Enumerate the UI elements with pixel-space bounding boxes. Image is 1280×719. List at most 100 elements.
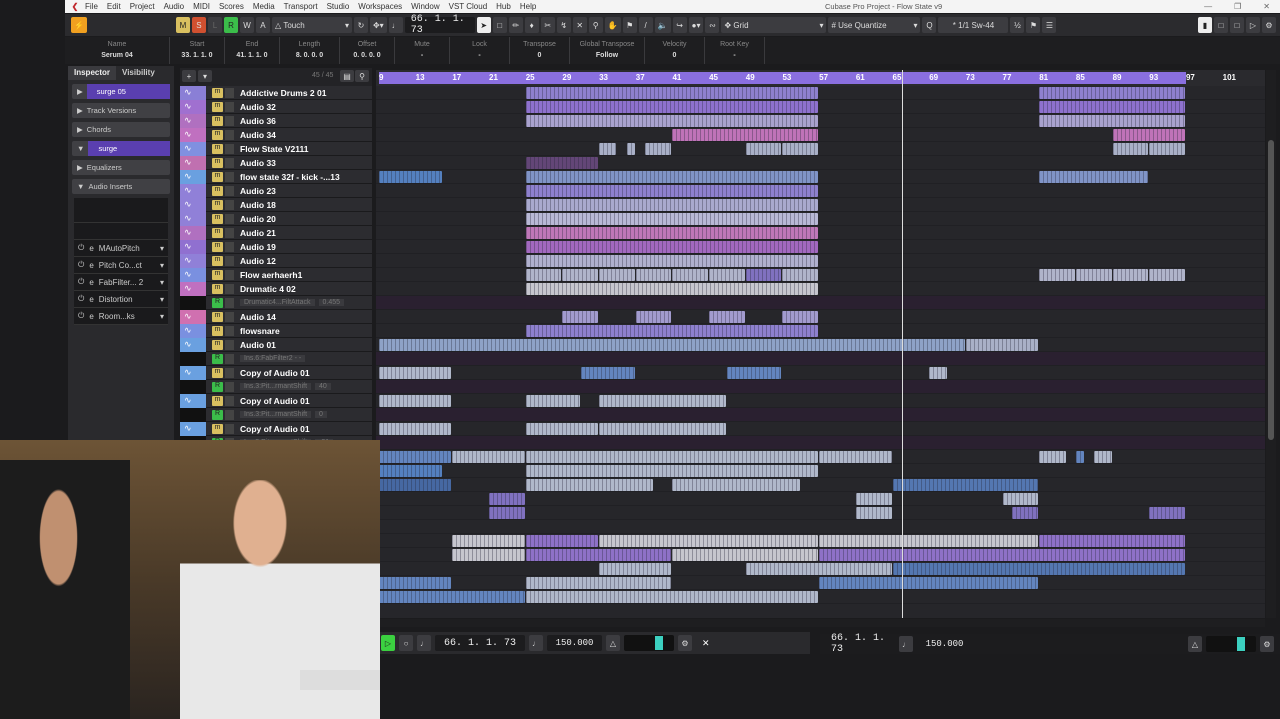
- find-track-icon[interactable]: ⚲: [355, 70, 369, 82]
- track-lane[interactable]: [376, 212, 1265, 226]
- glue-tool-icon[interactable]: ↯: [556, 17, 571, 33]
- track-lane[interactable]: [376, 366, 1265, 380]
- solo-button[interactable]: [225, 213, 234, 224]
- track-color-strip[interactable]: [180, 351, 206, 366]
- tab-inspector[interactable]: Inspector: [68, 66, 117, 80]
- dropdown-icon[interactable]: ▾: [160, 278, 164, 287]
- event-clip[interactable]: [727, 367, 782, 379]
- automation-lane[interactable]: R Ins.3:Pit...rmantShift 40: [180, 379, 372, 394]
- event-clip[interactable]: [599, 563, 672, 575]
- track-row[interactable]: ∿ m Audio 33: [180, 155, 372, 170]
- automation-mode-select[interactable]: △ Touch ▾: [271, 17, 352, 33]
- write-button[interactable]: [225, 297, 234, 308]
- quantize-settings-icon[interactable]: ⚑: [1026, 17, 1041, 33]
- insert-slot[interactable]: ⏻ e Distortion ▾: [74, 291, 168, 308]
- event-clip[interactable]: [1002, 493, 1039, 505]
- menu-item-media[interactable]: Media: [253, 2, 275, 11]
- track-row[interactable]: ∿ m Copy of Audio 01: [180, 365, 372, 380]
- event-clip[interactable]: [599, 143, 617, 155]
- track-lane[interactable]: [376, 100, 1265, 114]
- mute-button[interactable]: m: [212, 171, 223, 182]
- track-color-strip[interactable]: ∿: [180, 113, 206, 128]
- track-lane[interactable]: [376, 268, 1265, 282]
- track-lane[interactable]: [376, 170, 1265, 184]
- menu-item-scores[interactable]: Scores: [219, 2, 244, 11]
- track-row[interactable]: ∿ m Audio 23: [180, 183, 372, 198]
- track-color-strip[interactable]: ∿: [180, 225, 206, 240]
- event-clip[interactable]: [1039, 269, 1075, 281]
- ruler[interactable]: 9 13 17 21 25 29 33 37 41 45 49 53 57 61 65 69 73 77 81 85 8…: [376, 70, 1265, 86]
- track-color-strip[interactable]: ∿: [180, 155, 206, 170]
- event-clip[interactable]: [855, 493, 892, 505]
- automation-lane[interactable]: R Ins.3:Pit...rmantShift 0: [180, 407, 372, 422]
- event-clip[interactable]: [525, 115, 819, 127]
- event-clip[interactable]: [599, 535, 819, 547]
- track-row[interactable]: ∿ m flow state 32f - kick -...13: [180, 169, 372, 184]
- transport-settings-icon[interactable]: ⚙: [678, 635, 692, 651]
- event-clip[interactable]: [1039, 87, 1185, 99]
- info-field-lock[interactable]: Lock -: [450, 37, 510, 64]
- track-row[interactable]: ∿ m Audio 19: [180, 239, 372, 254]
- track-color-strip[interactable]: ∿: [180, 309, 206, 324]
- restore-button[interactable]: ❐: [1234, 2, 1241, 11]
- event-clip[interactable]: [525, 269, 562, 281]
- pencil-tool-icon[interactable]: ✏: [508, 17, 523, 33]
- insert-slot[interactable]: ⏻ e Pitch Co...ct ▾: [74, 257, 168, 274]
- power-icon[interactable]: ⏻: [78, 243, 84, 253]
- edit-icon[interactable]: e: [89, 312, 93, 321]
- track-color-strip[interactable]: ∿: [180, 267, 206, 282]
- mute-button[interactable]: m: [212, 283, 223, 294]
- warp-tool-icon[interactable]: ↪: [672, 17, 687, 33]
- event-clip[interactable]: [965, 339, 1039, 351]
- power-icon[interactable]: ⏻: [78, 277, 84, 287]
- track-lane[interactable]: [376, 254, 1265, 268]
- mute-button[interactable]: m: [212, 325, 223, 336]
- read-button[interactable]: R: [223, 17, 238, 33]
- track-row[interactable]: ∿ m Drumatic 4 02: [180, 281, 372, 296]
- power-icon[interactable]: ⏻: [78, 260, 84, 270]
- menu-item-project[interactable]: Project: [130, 2, 155, 11]
- grid-type-select[interactable]: # Use Quantize ▾: [828, 17, 921, 33]
- event-clip[interactable]: [525, 283, 819, 295]
- event-clip[interactable]: [379, 171, 443, 183]
- event-clip[interactable]: [525, 535, 599, 547]
- track-lane[interactable]: [376, 408, 1265, 422]
- track-color-strip[interactable]: ∿: [180, 281, 206, 296]
- read-button[interactable]: R: [212, 353, 223, 364]
- metronome-icon[interactable]: △: [606, 635, 620, 651]
- track-color-strip[interactable]: ∿: [180, 365, 206, 380]
- track-row[interactable]: ∿ m Copy of Audio 01: [180, 421, 372, 436]
- event-clip[interactable]: [489, 507, 525, 519]
- track-lane[interactable]: [376, 240, 1265, 254]
- event-clip[interactable]: [1011, 507, 1039, 519]
- inspector-section[interactable]: ▼ Audio Inserts: [72, 179, 170, 194]
- event-clip[interactable]: [819, 549, 1185, 561]
- event-clip[interactable]: [525, 87, 819, 99]
- iterative-quantize-icon[interactable]: ½: [1010, 17, 1025, 33]
- play-tool-icon[interactable]: 🔈: [654, 17, 671, 33]
- play-button[interactable]: ▷: [381, 635, 395, 651]
- event-clip[interactable]: [525, 479, 654, 491]
- inspector-section[interactable]: ▶ Chords: [72, 122, 170, 137]
- dropdown-icon[interactable]: ▾: [160, 295, 164, 304]
- cubase-logo-icon[interactable]: ❮: [65, 2, 85, 11]
- track-lane[interactable]: [376, 156, 1265, 170]
- info-field-end[interactable]: End 41. 1. 1. 0: [225, 37, 280, 64]
- track-lane[interactable]: [376, 520, 1265, 534]
- transport-position[interactable]: 66. 1. 1. 73: [435, 635, 525, 651]
- inspector-section[interactable]: ▶ Equalizers: [72, 160, 170, 175]
- track-row[interactable]: ∿ m Audio 34: [180, 127, 372, 142]
- menu-item-help[interactable]: Help: [520, 2, 536, 11]
- event-clip[interactable]: [1149, 269, 1185, 281]
- track-lane[interactable]: [376, 436, 1265, 450]
- solo-button[interactable]: [225, 101, 234, 112]
- solo-button[interactable]: [225, 283, 234, 294]
- track-lane[interactable]: [376, 324, 1265, 338]
- mute-button[interactable]: m: [212, 157, 223, 168]
- solo-button[interactable]: [225, 171, 234, 182]
- event-clip[interactable]: [525, 591, 819, 603]
- solo-button[interactable]: [225, 115, 234, 126]
- lower-zone-toggle[interactable]: □: [1214, 17, 1228, 33]
- solo-button[interactable]: [225, 157, 234, 168]
- right-zone-toggle[interactable]: □: [1230, 17, 1244, 33]
